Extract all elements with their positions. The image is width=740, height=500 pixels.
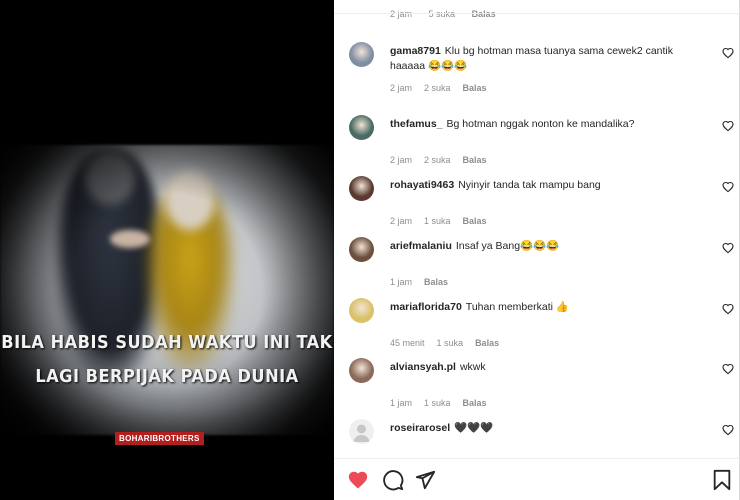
comment-time: 45 menit xyxy=(390,338,425,348)
divider xyxy=(334,13,740,14)
avatar[interactable] xyxy=(349,298,374,323)
comment-likes[interactable]: 2 suka xyxy=(424,155,451,165)
comment-time: 1 jam xyxy=(390,398,413,408)
comment-username[interactable]: roseirarosel xyxy=(390,422,450,434)
comment-item: alviansyah.pl wkwk 1 jam 1 suka Balas xyxy=(334,358,740,418)
comment-meta: 2 jam 2 suka Balas xyxy=(390,155,499,165)
comment-meta: 2 jam 1 suka Balas xyxy=(390,216,499,226)
comment-username[interactable]: rohayati9463 xyxy=(390,179,454,191)
reply-button[interactable]: Balas xyxy=(463,398,487,408)
comment-text: rohayati9463 Nyinyir tanda tak mampu bang xyxy=(390,178,710,193)
avatar[interactable] xyxy=(349,237,374,262)
comment-likes[interactable]: 1 suka xyxy=(437,338,464,348)
heart-outline-icon[interactable] xyxy=(722,423,734,436)
comment-meta: 1 jam 1 suka Balas xyxy=(390,398,499,408)
comment-text: mariaflorida70 Tuhan memberkati 👍 xyxy=(390,300,710,315)
comment-text: gama8791 Klu bg hotman masa tuanya sama c… xyxy=(390,44,710,74)
comment-username[interactable]: ariefmalaniu xyxy=(390,240,452,252)
paper-plane-icon[interactable] xyxy=(414,469,436,491)
avatar[interactable] xyxy=(349,176,374,201)
previous-comment-meta: 2 jam 5 suka Balas xyxy=(390,9,510,19)
comment-item: roseirarosel🖤🖤🖤1 jamBalas xyxy=(334,419,740,458)
comment-meta: 45 menit 1 suka Balas xyxy=(390,338,511,348)
comments-panel[interactable]: 2 jam 5 suka Balas gama8791 Klu bg hotman… xyxy=(334,0,740,458)
heart-outline-icon[interactable] xyxy=(722,241,734,254)
reply-button[interactable]: Balas xyxy=(463,216,487,226)
caption-line-2: LAGI BERPIJAK PADA DUNIA xyxy=(35,366,299,387)
comment-username[interactable]: alviansyah.pl xyxy=(390,361,456,373)
heart-outline-icon[interactable] xyxy=(722,362,734,375)
heart-outline-icon[interactable] xyxy=(722,46,734,59)
comment-time: 2 jam xyxy=(390,155,413,165)
comment-username[interactable]: gama8791 xyxy=(390,45,441,57)
reply-button[interactable]: Balas xyxy=(475,338,499,348)
comment-text: alviansyah.pl wkwk xyxy=(390,360,710,375)
comment-time: 1 jam xyxy=(390,277,413,287)
comment-time: 2 jam xyxy=(390,9,413,19)
comment-time: 2 jam xyxy=(390,83,413,93)
avatar[interactable] xyxy=(349,419,374,444)
heart-filled-icon[interactable] xyxy=(347,469,369,491)
comment-body: Tuhan memberkati 👍 xyxy=(465,301,569,313)
comment-bubble-icon[interactable] xyxy=(382,469,404,491)
comment-item: thefamus_ Bg hotman nggak nonton ke manda… xyxy=(334,115,740,175)
heart-outline-icon[interactable] xyxy=(722,302,734,315)
reply-button[interactable]: Balas xyxy=(463,155,487,165)
avatar[interactable] xyxy=(349,115,374,140)
avatar[interactable] xyxy=(349,42,374,67)
video-caption: BILA HABIS SUDAH WAKTU INI TAK LAGI BERP… xyxy=(0,326,334,394)
comment-body: Nyinyir tanda tak mampu bang xyxy=(458,179,601,191)
comment-likes[interactable]: 5 suka xyxy=(429,9,456,19)
comment-body: wkwk xyxy=(459,361,486,373)
watermark-badge: BOHARIBROTHERS xyxy=(115,432,204,445)
comment-meta: 1 jam Balas xyxy=(390,277,460,287)
comment-time: 2 jam xyxy=(390,216,413,226)
comment-likes[interactable]: 1 suka xyxy=(424,216,451,226)
comment-text: thefamus_ Bg hotman nggak nonton ke manda… xyxy=(390,117,710,132)
comment-likes[interactable]: 1 suka xyxy=(424,398,451,408)
heart-outline-icon[interactable] xyxy=(722,119,734,132)
caption-line-1: BILA HABIS SUDAH WAKTU INI TAK xyxy=(1,332,333,353)
comment-body: 🖤🖤🖤 xyxy=(454,422,494,434)
reply-button[interactable]: Balas xyxy=(424,277,448,287)
bookmark-icon[interactable] xyxy=(711,469,733,491)
reply-button[interactable]: Balas xyxy=(463,83,487,93)
action-bar xyxy=(334,458,740,500)
comment-username[interactable]: thefamus_ xyxy=(390,118,443,130)
comment-text: ariefmalaniu Insaf ya Bang😂😂😂 xyxy=(390,239,710,254)
comment-body: Insaf ya Bang😂😂😂 xyxy=(455,240,560,252)
comment-item: mariaflorida70 Tuhan memberkati 👍 45 menit… xyxy=(334,298,740,358)
avatar[interactable] xyxy=(349,358,374,383)
comment-likes[interactable]: 2 suka xyxy=(424,83,451,93)
comment-text: roseirarosel 🖤🖤🖤 xyxy=(390,421,710,436)
vignette-overlay xyxy=(0,120,334,460)
comment-body: Bg hotman nggak nonton ke mandalika? xyxy=(446,118,635,130)
comment-item: rohayati9463 Nyinyir tanda tak mampu bang… xyxy=(334,176,740,236)
heart-outline-icon[interactable] xyxy=(722,180,734,193)
comment-meta: 2 jam 2 suka Balas xyxy=(390,83,499,93)
comment-item: gama8791 Klu bg hotman masa tuanya sama c… xyxy=(334,42,740,102)
comment-item: ariefmalaniu Insaf ya Bang😂😂😂 1 jam Balas xyxy=(334,237,740,297)
reply-button[interactable]: Balas xyxy=(472,9,496,19)
post-media[interactable]: BILA HABIS SUDAH WAKTU INI TAK LAGI BERP… xyxy=(0,0,334,500)
comment-username[interactable]: mariaflorida70 xyxy=(390,301,462,313)
